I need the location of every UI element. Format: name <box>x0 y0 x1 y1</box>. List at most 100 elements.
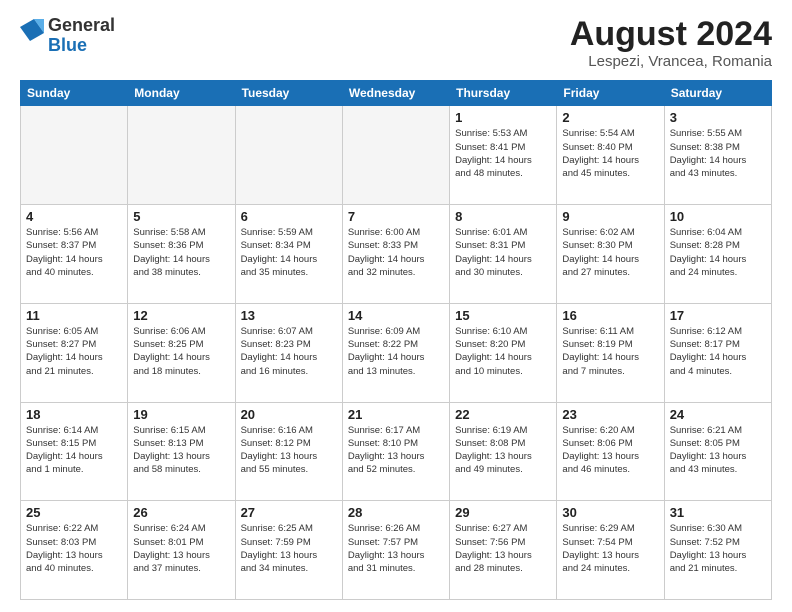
logo: General Blue <box>20 16 115 56</box>
day-number: 2 <box>562 110 658 125</box>
day-number: 30 <box>562 505 658 520</box>
day-number: 10 <box>670 209 766 224</box>
day-number: 28 <box>348 505 444 520</box>
day-number: 7 <box>348 209 444 224</box>
day-info: Sunrise: 6:05 AM Sunset: 8:27 PM Dayligh… <box>26 325 122 378</box>
day-number: 15 <box>455 308 551 323</box>
day-info: Sunrise: 6:26 AM Sunset: 7:57 PM Dayligh… <box>348 522 444 575</box>
calendar-cell: 29 Sunrise: 6:27 AM Sunset: 7:56 PM Dayli… <box>450 501 557 600</box>
day-info: Sunrise: 5:56 AM Sunset: 8:37 PM Dayligh… <box>26 226 122 279</box>
day-info: Sunrise: 6:15 AM Sunset: 8:13 PM Dayligh… <box>133 424 229 477</box>
day-info: Sunrise: 6:12 AM Sunset: 8:17 PM Dayligh… <box>670 325 766 378</box>
calendar-cell: 3Sunrise: 5:55 AM Sunset: 8:38 PM Daylig… <box>664 106 771 205</box>
day-number: 12 <box>133 308 229 323</box>
day-number: 29 <box>455 505 551 520</box>
day-info: Sunrise: 5:59 AM Sunset: 8:34 PM Dayligh… <box>241 226 337 279</box>
calendar-cell: 28 Sunrise: 6:26 AM Sunset: 7:57 PM Dayli… <box>342 501 449 600</box>
calendar-week-4: 25 Sunrise: 6:22 AM Sunset: 8:03 PM Dayli… <box>21 501 772 600</box>
day-info: Sunrise: 5:54 AM Sunset: 8:40 PM Dayligh… <box>562 127 658 180</box>
calendar-cell: 4Sunrise: 5:56 AM Sunset: 8:37 PM Daylig… <box>21 205 128 304</box>
day-number: 27 <box>241 505 337 520</box>
day-number: 13 <box>241 308 337 323</box>
day-number: 31 <box>670 505 766 520</box>
day-number: 22 <box>455 407 551 422</box>
calendar-cell <box>342 106 449 205</box>
day-number: 20 <box>241 407 337 422</box>
day-info: Sunrise: 5:58 AM Sunset: 8:36 PM Dayligh… <box>133 226 229 279</box>
day-number: 26 <box>133 505 229 520</box>
day-number: 17 <box>670 308 766 323</box>
day-number: 6 <box>241 209 337 224</box>
day-info: Sunrise: 6:20 AM Sunset: 8:06 PM Dayligh… <box>562 424 658 477</box>
day-info: Sunrise: 6:11 AM Sunset: 8:19 PM Dayligh… <box>562 325 658 378</box>
header-monday: Monday <box>128 81 235 106</box>
day-info: Sunrise: 6:21 AM Sunset: 8:05 PM Dayligh… <box>670 424 766 477</box>
calendar-cell: 24 Sunrise: 6:21 AM Sunset: 8:05 PM Dayli… <box>664 402 771 501</box>
calendar-cell: 19 Sunrise: 6:15 AM Sunset: 8:13 PM Dayli… <box>128 402 235 501</box>
weekday-header-row: Sunday Monday Tuesday Wednesday Thursday… <box>21 81 772 106</box>
calendar-cell: 25 Sunrise: 6:22 AM Sunset: 8:03 PM Dayli… <box>21 501 128 600</box>
page: General Blue August 2024 Lespezi, Vrance… <box>0 0 792 612</box>
logo-general: General <box>48 16 115 36</box>
calendar-week-3: 18 Sunrise: 6:14 AM Sunset: 8:15 PM Dayli… <box>21 402 772 501</box>
calendar-cell: 14 Sunrise: 6:09 AM Sunset: 8:22 PM Dayli… <box>342 303 449 402</box>
calendar-cell <box>21 106 128 205</box>
logo-text: General Blue <box>48 16 115 56</box>
day-info: Sunrise: 5:53 AM Sunset: 8:41 PM Dayligh… <box>455 127 551 180</box>
day-number: 1 <box>455 110 551 125</box>
day-info: Sunrise: 6:27 AM Sunset: 7:56 PM Dayligh… <box>455 522 551 575</box>
calendar-cell: 6 Sunrise: 5:59 AM Sunset: 8:34 PM Daylig… <box>235 205 342 304</box>
calendar-week-2: 11 Sunrise: 6:05 AM Sunset: 8:27 PM Dayli… <box>21 303 772 402</box>
day-number: 23 <box>562 407 658 422</box>
day-number: 16 <box>562 308 658 323</box>
logo-blue: Blue <box>48 36 115 56</box>
calendar-cell: 9 Sunrise: 6:02 AM Sunset: 8:30 PM Daylig… <box>557 205 664 304</box>
day-number: 18 <box>26 407 122 422</box>
calendar-cell: 11 Sunrise: 6:05 AM Sunset: 8:27 PM Dayli… <box>21 303 128 402</box>
calendar-cell: 12Sunrise: 6:06 AM Sunset: 8:25 PM Dayli… <box>128 303 235 402</box>
calendar-cell: 22 Sunrise: 6:19 AM Sunset: 8:08 PM Dayli… <box>450 402 557 501</box>
day-info: Sunrise: 6:14 AM Sunset: 8:15 PM Dayligh… <box>26 424 122 477</box>
day-info: Sunrise: 6:02 AM Sunset: 8:30 PM Dayligh… <box>562 226 658 279</box>
day-number: 14 <box>348 308 444 323</box>
header-wednesday: Wednesday <box>342 81 449 106</box>
day-info: Sunrise: 6:22 AM Sunset: 8:03 PM Dayligh… <box>26 522 122 575</box>
day-number: 25 <box>26 505 122 520</box>
day-info: Sunrise: 6:17 AM Sunset: 8:10 PM Dayligh… <box>348 424 444 477</box>
calendar-cell: 26Sunrise: 6:24 AM Sunset: 8:01 PM Dayli… <box>128 501 235 600</box>
calendar-table: Sunday Monday Tuesday Wednesday Thursday… <box>20 80 772 600</box>
day-number: 19 <box>133 407 229 422</box>
calendar-cell: 21Sunrise: 6:17 AM Sunset: 8:10 PM Dayli… <box>342 402 449 501</box>
day-number: 3 <box>670 110 766 125</box>
header-thursday: Thursday <box>450 81 557 106</box>
logo-icon <box>20 19 44 49</box>
header-sunday: Sunday <box>21 81 128 106</box>
day-info: Sunrise: 6:29 AM Sunset: 7:54 PM Dayligh… <box>562 522 658 575</box>
day-info: Sunrise: 6:19 AM Sunset: 8:08 PM Dayligh… <box>455 424 551 477</box>
calendar-cell: 2 Sunrise: 5:54 AM Sunset: 8:40 PM Daylig… <box>557 106 664 205</box>
day-info: Sunrise: 6:04 AM Sunset: 8:28 PM Dayligh… <box>670 226 766 279</box>
calendar-cell: 10 Sunrise: 6:04 AM Sunset: 8:28 PM Dayli… <box>664 205 771 304</box>
day-info: Sunrise: 6:09 AM Sunset: 8:22 PM Dayligh… <box>348 325 444 378</box>
calendar-cell: 30 Sunrise: 6:29 AM Sunset: 7:54 PM Dayli… <box>557 501 664 600</box>
calendar-cell: 18 Sunrise: 6:14 AM Sunset: 8:15 PM Dayli… <box>21 402 128 501</box>
day-number: 24 <box>670 407 766 422</box>
calendar-cell: 5 Sunrise: 5:58 AM Sunset: 8:36 PM Daylig… <box>128 205 235 304</box>
day-info: Sunrise: 6:16 AM Sunset: 8:12 PM Dayligh… <box>241 424 337 477</box>
day-number: 5 <box>133 209 229 224</box>
calendar-cell <box>235 106 342 205</box>
calendar-cell: 17 Sunrise: 6:12 AM Sunset: 8:17 PM Dayli… <box>664 303 771 402</box>
calendar-title: August 2024 <box>570 16 772 53</box>
calendar-cell <box>128 106 235 205</box>
header-friday: Friday <box>557 81 664 106</box>
day-number: 9 <box>562 209 658 224</box>
day-number: 11 <box>26 308 122 323</box>
day-info: Sunrise: 6:25 AM Sunset: 7:59 PM Dayligh… <box>241 522 337 575</box>
calendar-subtitle: Lespezi, Vrancea, Romania <box>570 53 772 70</box>
calendar-cell: 16 Sunrise: 6:11 AM Sunset: 8:19 PM Dayli… <box>557 303 664 402</box>
header: General Blue August 2024 Lespezi, Vrance… <box>20 16 772 70</box>
calendar-cell: 20 Sunrise: 6:16 AM Sunset: 8:12 PM Dayli… <box>235 402 342 501</box>
title-block: August 2024 Lespezi, Vrancea, Romania <box>570 16 772 70</box>
day-number: 8 <box>455 209 551 224</box>
header-tuesday: Tuesday <box>235 81 342 106</box>
